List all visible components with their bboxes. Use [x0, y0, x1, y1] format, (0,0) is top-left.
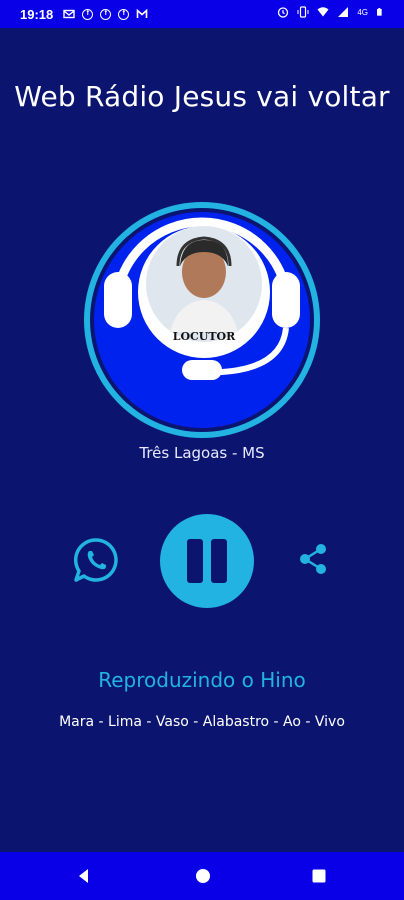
- vibrate-icon: [297, 6, 309, 18]
- signal-icon: [338, 7, 349, 17]
- status-bar: 19:18 f f f 4G: [0, 0, 404, 28]
- facebook-icon: f: [82, 8, 94, 20]
- status-time: 19:18: [20, 6, 54, 22]
- pause-button[interactable]: [160, 514, 254, 608]
- network-type: 4G: [357, 7, 368, 17]
- player-controls: [0, 514, 404, 608]
- radio-logo: LOCUTOR: [84, 202, 320, 438]
- playback-status: Reproduzindo o Hino: [98, 668, 306, 692]
- wifi-icon: [317, 7, 329, 17]
- notification-icons: f f f: [63, 8, 148, 20]
- headset-right-earcup: [272, 272, 300, 328]
- alarm-icon: [278, 7, 289, 18]
- logo-label: LOCUTOR: [173, 330, 236, 343]
- gmail-icon: [63, 9, 75, 19]
- system-nav-bar: [0, 852, 404, 900]
- headset-mic: [182, 360, 222, 380]
- track-title: Mara - Lima - Vaso - Alabastro - Ao - Vi…: [59, 714, 345, 730]
- location-text: Três Lagoas - MS: [139, 444, 265, 462]
- home-icon[interactable]: [195, 868, 211, 884]
- battery-icon: [377, 8, 382, 16]
- facebook-icon: f: [100, 8, 112, 20]
- facebook-icon: f: [118, 8, 130, 20]
- app-title: Web Rádio Jesus vai voltar: [14, 80, 390, 113]
- back-icon[interactable]: [76, 868, 92, 884]
- share-icon[interactable]: [297, 542, 329, 576]
- whatsapp-icon[interactable]: [72, 536, 120, 584]
- recent-apps-icon[interactable]: [311, 868, 327, 884]
- headset-left-earcup: [104, 272, 132, 328]
- system-icons: 4G: [277, 6, 384, 18]
- gmail-icon: [136, 8, 148, 18]
- pause-icon: [187, 539, 203, 583]
